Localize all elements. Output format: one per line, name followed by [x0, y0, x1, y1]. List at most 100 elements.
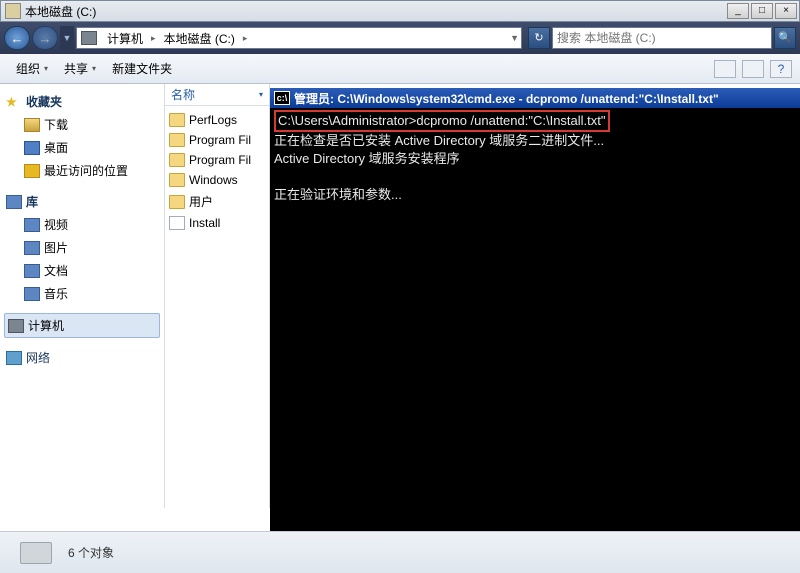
file-item[interactable]: Install: [167, 213, 267, 233]
column-header-name[interactable]: 名称 ▾: [165, 84, 269, 106]
folder-icon: [169, 133, 185, 147]
breadcrumb-current[interactable]: 本地磁盘 (C:): [158, 28, 241, 48]
sidebar-item-label: 音乐: [44, 285, 68, 302]
sidebar-computer-label: 计算机: [28, 317, 64, 334]
sidebar-item-label: 桌面: [44, 139, 68, 156]
cmd-prompt-command: dcpromo /unattend:"C:\Install.txt": [416, 113, 605, 128]
file-item[interactable]: Windows: [167, 170, 267, 190]
file-item[interactable]: 用户: [167, 190, 267, 213]
organize-button[interactable]: 组织 ▾: [8, 57, 56, 80]
sidebar-item-label: 下载: [44, 116, 68, 133]
preview-pane-button[interactable]: [742, 60, 764, 78]
forward-button[interactable]: →: [32, 26, 58, 50]
picture-icon: [24, 241, 40, 255]
breadcrumb-root[interactable]: 计算机: [101, 28, 149, 48]
recent-icon: [24, 164, 40, 178]
folder-icon: [169, 113, 185, 127]
cmd-titlebar[interactable]: c:\ 管理员: C:\Windows\system32\cmd.exe - d…: [270, 88, 800, 108]
minimize-button[interactable]: _: [727, 3, 749, 19]
search-button[interactable]: 🔍: [774, 27, 796, 49]
sidebar-network-label: 网络: [26, 349, 50, 366]
sidebar-favorites-label: 收藏夹: [26, 93, 62, 110]
sidebar-item-recent[interactable]: 最近访问的位置: [4, 159, 160, 182]
status-text: 6 个对象: [68, 544, 114, 561]
file-item-label: Install: [189, 216, 220, 230]
sidebar-network[interactable]: 网络: [4, 346, 160, 369]
sidebar-item-desktop[interactable]: 桌面: [4, 136, 160, 159]
file-icon: [169, 216, 185, 230]
new-folder-label: 新建文件夹: [112, 60, 172, 77]
refresh-button[interactable]: ↻: [528, 27, 550, 49]
folder-icon: [169, 195, 185, 209]
document-icon: [24, 264, 40, 278]
cmd-title: 管理员: C:\Windows\system32\cmd.exe - dcpro…: [294, 90, 719, 107]
sidebar-item-label: 文档: [44, 262, 68, 279]
sidebar-item-downloads[interactable]: 下载: [4, 113, 160, 136]
sidebar-item-videos[interactable]: 视频: [4, 213, 160, 236]
file-item[interactable]: PerfLogs: [167, 110, 267, 130]
sidebar-item-music[interactable]: 音乐: [4, 282, 160, 305]
chevron-right-icon: ▸: [149, 33, 158, 44]
file-item-label: Program Fil: [189, 133, 251, 147]
sidebar-item-documents[interactable]: 文档: [4, 259, 160, 282]
chevron-right-icon: ▸: [241, 33, 250, 44]
share-label: 共享: [64, 60, 88, 77]
breadcrumb[interactable]: 计算机 ▸ 本地磁盘 (C:) ▸ ▼: [76, 27, 522, 49]
file-item[interactable]: Program Fil: [167, 130, 267, 150]
sidebar-favorites[interactable]: ★ 收藏夹: [4, 90, 160, 113]
cmd-output-line: 正在验证环境和参数...: [274, 187, 402, 202]
computer-icon: [81, 31, 97, 45]
drive-icon: [20, 542, 52, 564]
new-folder-button[interactable]: 新建文件夹: [104, 57, 180, 80]
search-input[interactable]: [557, 31, 767, 45]
back-button[interactable]: ←: [4, 26, 30, 50]
cmd-body[interactable]: C:\Users\Administrator>dcpromo /unattend…: [270, 108, 800, 206]
chevron-down-icon: ▾: [44, 64, 48, 73]
sidebar-libraries[interactable]: 库: [4, 190, 160, 213]
file-item-label: Windows: [189, 173, 238, 187]
nav-history-dropdown[interactable]: ▼: [60, 26, 74, 50]
file-item-label: 用户: [189, 193, 213, 210]
cmd-output-line: Active Directory 域服务安装程序: [274, 151, 460, 166]
organize-label: 组织: [16, 60, 40, 77]
address-bar: ← → ▼ 计算机 ▸ 本地磁盘 (C:) ▸ ▼ ↻ 🔍: [0, 22, 800, 54]
computer-icon: [8, 319, 24, 333]
download-icon: [24, 118, 40, 132]
video-icon: [24, 218, 40, 232]
view-options-button[interactable]: [714, 60, 736, 78]
folder-icon: [169, 153, 185, 167]
file-item[interactable]: Program Fil: [167, 150, 267, 170]
music-icon: [24, 287, 40, 301]
toolbar: 组织 ▾ 共享 ▾ 新建文件夹 ?: [0, 54, 800, 84]
folder-icon: [169, 173, 185, 187]
help-button[interactable]: ?: [770, 60, 792, 78]
close-button[interactable]: ×: [775, 3, 797, 19]
window-title: 本地磁盘 (C:): [25, 3, 96, 20]
sidebar-item-label: 最近访问的位置: [44, 162, 128, 179]
sidebar-item-computer[interactable]: 计算机: [4, 313, 160, 338]
status-bar: 6 个对象: [0, 531, 800, 573]
window-titlebar: 本地磁盘 (C:) _ □ ×: [0, 0, 800, 22]
chevron-down-icon: ▾: [92, 64, 96, 73]
cmd-icon: c:\: [274, 91, 290, 105]
maximize-button[interactable]: □: [751, 3, 773, 19]
drive-icon: [5, 3, 21, 19]
sidebar-libraries-label: 库: [26, 193, 38, 210]
share-button[interactable]: 共享 ▾: [56, 57, 104, 80]
sidebar-item-label: 图片: [44, 239, 68, 256]
sidebar-item-label: 视频: [44, 216, 68, 233]
sidebar-item-pictures[interactable]: 图片: [4, 236, 160, 259]
file-item-label: PerfLogs: [189, 113, 237, 127]
column-header-label: 名称: [171, 86, 195, 103]
search-box[interactable]: [552, 27, 772, 49]
file-list-pane: 名称 ▾ PerfLogs Program Fil Program Fil Wi…: [165, 84, 270, 508]
file-item-label: Program Fil: [189, 153, 251, 167]
sidebar: ★ 收藏夹 下载 桌面 最近访问的位置 库 视频 图片 文档 音乐 计算机: [0, 84, 165, 508]
star-icon: ★: [6, 95, 22, 109]
cmd-prompt-prefix: C:\Users\Administrator>: [278, 113, 416, 128]
cmd-window[interactable]: c:\ 管理员: C:\Windows\system32\cmd.exe - d…: [270, 88, 800, 531]
network-icon: [6, 351, 22, 365]
chevron-down-icon: ▾: [259, 90, 263, 99]
desktop-icon: [24, 141, 40, 155]
breadcrumb-dropdown[interactable]: ▼: [508, 33, 521, 43]
